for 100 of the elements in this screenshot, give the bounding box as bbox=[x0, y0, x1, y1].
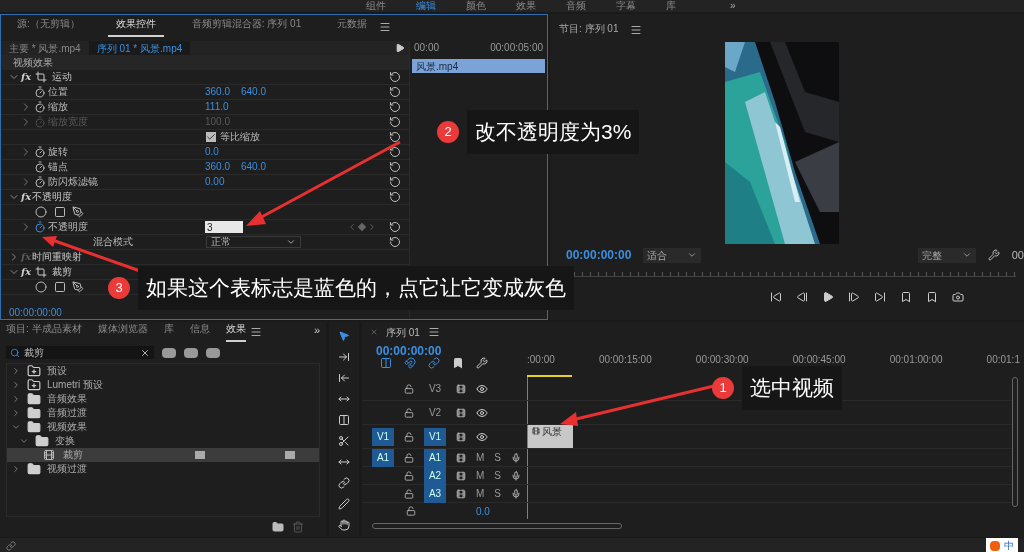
clip-bar[interactable]: 风景.mp4 bbox=[412, 59, 545, 73]
checkbox[interactable] bbox=[206, 132, 216, 142]
sync-lock-icon[interactable] bbox=[456, 383, 466, 394]
lock-icon[interactable] bbox=[404, 431, 414, 442]
solo-button[interactable]: S bbox=[494, 486, 501, 501]
workspace-tab[interactable]: 颜色 bbox=[466, 1, 486, 11]
microphone-icon[interactable] bbox=[511, 488, 521, 499]
expand-icon[interactable] bbox=[11, 408, 21, 418]
panel-tab[interactable]: 信息 bbox=[189, 321, 210, 342]
slide-tool-icon[interactable] bbox=[338, 477, 350, 489]
opacity-input[interactable]: 3 bbox=[205, 221, 243, 233]
effects-tree-item[interactable]: 视频效果 bbox=[7, 420, 319, 434]
panel-menu-icon[interactable] bbox=[249, 326, 262, 338]
transform-icon[interactable] bbox=[35, 71, 47, 83]
clip-tab[interactable]: 序列 01 * 风景.mp4 bbox=[88, 41, 191, 55]
parameter-value[interactable]: 0.00 bbox=[205, 177, 241, 187]
solo-button[interactable]: S bbox=[494, 468, 501, 483]
clip-tab[interactable]: 主要 * 风景.mp4 bbox=[1, 41, 89, 55]
pen-tool-icon[interactable] bbox=[338, 498, 350, 510]
rectangle-mask-icon[interactable] bbox=[54, 206, 66, 218]
stopwatch-icon[interactable] bbox=[34, 161, 46, 173]
close-icon[interactable] bbox=[370, 328, 378, 336]
panel-tab[interactable]: 效果 bbox=[225, 321, 246, 342]
blend-mode-dropdown[interactable]: 正常 bbox=[206, 236, 301, 248]
collapse-icon[interactable] bbox=[19, 436, 29, 446]
play-icon[interactable] bbox=[822, 291, 834, 303]
rectangle-mask-icon[interactable] bbox=[54, 281, 66, 293]
reset-icon[interactable] bbox=[389, 176, 401, 188]
expand-icon[interactable] bbox=[11, 394, 21, 404]
effects-tree-item[interactable]: 变换 bbox=[7, 434, 319, 448]
fx-toggle[interactable]: fx bbox=[21, 72, 31, 82]
microphone-icon[interactable] bbox=[511, 470, 521, 481]
stopwatch-icon[interactable] bbox=[34, 221, 46, 233]
reset-icon[interactable] bbox=[389, 101, 401, 113]
visibility-icon[interactable] bbox=[476, 382, 488, 395]
hand-tool-icon[interactable] bbox=[338, 519, 350, 531]
link-icon[interactable] bbox=[6, 540, 16, 551]
video-clip[interactable]: 风景 bbox=[528, 425, 573, 448]
track-target[interactable]: V2 bbox=[424, 403, 446, 422]
accelerated-filter-icon[interactable] bbox=[162, 347, 176, 358]
parameter-value[interactable]: 360.0 bbox=[205, 162, 241, 172]
parameter-value[interactable]: 111.0 bbox=[205, 102, 241, 112]
selection-tool-icon[interactable] bbox=[338, 330, 350, 342]
timecode[interactable]: 00:00:00:00 bbox=[9, 308, 62, 318]
reset-icon[interactable] bbox=[389, 71, 401, 83]
insert-icon[interactable] bbox=[900, 291, 912, 303]
search-field[interactable]: 裁剪 bbox=[6, 346, 154, 359]
panel-menu-icon[interactable] bbox=[379, 21, 392, 33]
reset-icon[interactable] bbox=[389, 116, 401, 128]
solo-button[interactable]: S bbox=[494, 450, 501, 465]
snap-icon[interactable] bbox=[404, 357, 416, 369]
lock-icon[interactable] bbox=[404, 407, 414, 418]
reset-icon[interactable] bbox=[389, 131, 401, 143]
go-to-in-icon[interactable] bbox=[770, 291, 782, 303]
effects-tree-item[interactable]: 裁剪 bbox=[7, 448, 319, 462]
workspace-tab[interactable]: 字幕 bbox=[616, 1, 636, 11]
timecode[interactable]: 00:00:00:00 bbox=[376, 342, 442, 356]
panel-menu-icon[interactable] bbox=[427, 326, 440, 338]
yuv-filter-icon[interactable] bbox=[206, 347, 220, 358]
panel-tab[interactable]: 媒体浏览器 bbox=[97, 321, 148, 342]
sync-lock-icon[interactable] bbox=[456, 452, 466, 463]
workspace-tab[interactable]: 音频 bbox=[566, 1, 586, 11]
track-target[interactable]: V1 bbox=[424, 427, 446, 446]
marker-icon[interactable] bbox=[452, 357, 464, 369]
reset-icon[interactable] bbox=[389, 236, 401, 248]
expand-icon[interactable] bbox=[11, 366, 21, 376]
effects-tree-item[interactable]: 音频效果 bbox=[7, 392, 319, 406]
effects-tree-item[interactable]: 音频过渡 bbox=[7, 406, 319, 420]
track-select-tool-icon[interactable] bbox=[338, 351, 350, 363]
fx-toggle[interactable]: fx bbox=[21, 192, 31, 202]
linked-selection-icon[interactable] bbox=[428, 357, 440, 369]
workspace-tab[interactable]: 库 bbox=[666, 1, 676, 11]
mute-button[interactable]: M bbox=[476, 450, 485, 465]
parameter-value[interactable]: 640.0 bbox=[241, 162, 277, 172]
overwrite-icon[interactable] bbox=[926, 291, 938, 303]
razor-tool-icon[interactable] bbox=[338, 435, 350, 447]
stopwatch-icon[interactable] bbox=[34, 176, 46, 188]
sync-lock-icon[interactable] bbox=[456, 407, 466, 418]
effects-tree-item[interactable]: 视频过渡 bbox=[7, 462, 319, 476]
step-forward-icon[interactable] bbox=[848, 291, 860, 303]
parameter-value[interactable]: 0.0 bbox=[205, 147, 241, 157]
clear-icon[interactable] bbox=[140, 347, 150, 358]
track-target[interactable]: V3 bbox=[424, 379, 446, 398]
reset-icon[interactable] bbox=[389, 191, 401, 203]
stopwatch-icon[interactable] bbox=[34, 86, 46, 98]
lock-icon[interactable] bbox=[406, 506, 416, 516]
settings-icon[interactable] bbox=[987, 249, 1000, 261]
collapse-icon[interactable] bbox=[11, 422, 21, 432]
visibility-icon[interactable] bbox=[476, 406, 488, 419]
workspace-tab[interactable]: 组件 bbox=[366, 1, 386, 11]
panel-tab[interactable]: 效果控件 bbox=[107, 16, 164, 37]
more-workspaces-button[interactable]: » bbox=[730, 1, 736, 11]
mute-button[interactable]: M bbox=[476, 486, 485, 501]
stopwatch-icon[interactable] bbox=[34, 146, 46, 158]
microphone-icon[interactable] bbox=[511, 452, 521, 463]
lock-icon[interactable] bbox=[404, 470, 414, 481]
sync-lock-icon[interactable] bbox=[456, 431, 466, 442]
panel-tab[interactable]: 库 bbox=[163, 321, 174, 342]
more-panels-button[interactable]: » bbox=[313, 321, 320, 342]
expand-icon[interactable] bbox=[11, 380, 21, 390]
